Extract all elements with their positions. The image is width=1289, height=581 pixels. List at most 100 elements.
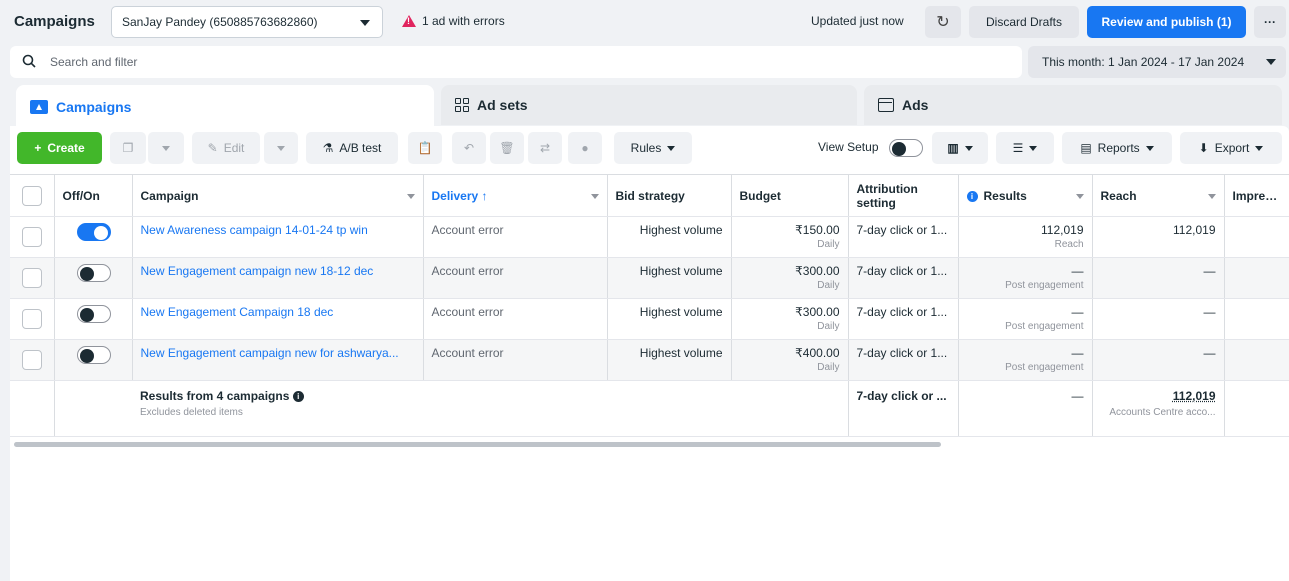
column-bid-strategy[interactable]: Bid strategy — [607, 174, 732, 217]
campaign-name-link[interactable]: New Engagement Campaign 18 dec — [132, 298, 424, 340]
refresh-button[interactable]: ↻ — [925, 6, 961, 38]
totals-cell — [423, 380, 607, 437]
undo-button[interactable]: ↶ — [452, 132, 486, 164]
ab-test-label: A/B test — [339, 141, 382, 155]
ab-test-button[interactable]: ⚗ A/B test — [306, 132, 398, 164]
column-reach[interactable]: Reach — [1092, 174, 1225, 217]
campaigns-table: Off/On Campaign Delivery ↑ Bid strategy … — [10, 174, 1289, 437]
totals-cell — [10, 380, 55, 437]
reach-value: — — [1092, 339, 1225, 381]
preview-icon: ⇄ — [539, 141, 551, 155]
ads-icon — [878, 98, 894, 112]
results-cell: — Post engagement — [958, 339, 1093, 381]
view-setup-toggle[interactable] — [889, 139, 923, 157]
column-delivery[interactable]: Delivery ↑ — [423, 174, 608, 217]
budget-cell[interactable]: ₹300.00 Daily — [731, 298, 849, 340]
campaign-toggle[interactable] — [76, 264, 111, 282]
export-button[interactable]: ⬇ Export — [1180, 132, 1282, 164]
column-campaign[interactable]: Campaign — [132, 174, 424, 217]
totals-reach-sub: Accounts Centre acco... — [1109, 407, 1216, 418]
info-icon[interactable]: i — [292, 391, 304, 403]
columns-button[interactable]: ▥ — [932, 132, 988, 164]
impressions-value — [1224, 216, 1289, 258]
edit-menu-button[interactable] — [264, 132, 298, 164]
rules-button[interactable]: Rules — [614, 132, 692, 164]
row-checkbox[interactable] — [22, 268, 42, 288]
budget-value: ₹300.00 — [795, 264, 840, 278]
search-input[interactable] — [50, 52, 950, 72]
row-checkbox[interactable] — [22, 227, 42, 247]
view-setup-label: View Setup — [818, 140, 879, 154]
review-publish-button[interactable]: Review and publish (1) — [1087, 6, 1246, 38]
download-icon: ⬇ — [1198, 141, 1209, 155]
column-label: Campaign — [140, 188, 199, 203]
table-row[interactable]: New Engagement campaign new 18-12 dec Acc… — [10, 257, 1289, 299]
campaign-name-link[interactable]: New Engagement campaign new 18-12 dec — [132, 257, 424, 299]
campaign-toggle[interactable] — [76, 223, 111, 241]
toggle-knob — [79, 267, 94, 281]
row-checkbox[interactable] — [22, 309, 42, 329]
edit-button[interactable]: ✎ Edit — [192, 132, 260, 164]
totals-label-cell: Results from 4 campaigns i Excludes dele… — [132, 380, 423, 437]
select-cell — [10, 339, 55, 381]
reports-button[interactable]: ▤ Reports — [1062, 132, 1172, 164]
error-text: 1 ad with errors — [422, 14, 505, 28]
row-checkbox[interactable] — [22, 350, 42, 370]
attribution-setting: 7-day click or 1... — [848, 339, 959, 381]
column-off-on[interactable]: Off/On — [54, 174, 133, 217]
preview-button[interactable]: ⇄ — [528, 132, 562, 164]
chevron-down-icon — [1029, 145, 1038, 151]
tag-button[interactable]: ● — [568, 132, 602, 164]
tab-campaigns[interactable]: Campaigns — [16, 85, 434, 129]
sort-icon — [590, 194, 599, 199]
column-budget[interactable]: Budget — [731, 174, 849, 217]
budget-cell[interactable]: ₹400.00 Daily — [731, 339, 849, 381]
results-type: Post engagement — [1005, 321, 1084, 332]
chevron-down-icon — [964, 145, 973, 151]
flask-icon: ⚗ — [322, 141, 334, 155]
more-options-button[interactable]: ··· — [1254, 6, 1286, 38]
warning-icon — [402, 15, 416, 27]
attribution-setting: 7-day click or 1... — [848, 298, 959, 340]
tab-label: Campaigns — [56, 99, 132, 115]
duplicate-button[interactable]: ❐ — [110, 132, 146, 164]
campaign-toggle[interactable] — [76, 305, 111, 323]
tab-ad-sets[interactable]: Ad sets — [441, 85, 857, 125]
account-selector[interactable]: SanJay Pandey (650885763682860) — [111, 6, 383, 38]
budget-period: Daily — [817, 280, 840, 291]
budget-cell[interactable]: ₹150.00 Daily — [731, 216, 849, 258]
column-impressions[interactable]: Impressi — [1224, 174, 1289, 217]
horizontal-scrollbar[interactable] — [14, 442, 941, 447]
date-range-label: This month: 1 Jan 2024 - 17 Jan 2024 — [1042, 55, 1245, 69]
clipboard-button[interactable]: 📋 — [408, 132, 442, 164]
results-cell: 112,019 Reach — [958, 216, 1093, 258]
create-button[interactable]: + Create — [17, 132, 102, 164]
column-results[interactable]: i Results — [958, 174, 1093, 217]
breakdown-button[interactable]: ☰ — [996, 132, 1054, 164]
budget-period: Daily — [817, 239, 840, 250]
toggle-knob — [93, 226, 108, 240]
date-range-picker[interactable]: This month: 1 Jan 2024 - 17 Jan 2024 — [1028, 46, 1286, 78]
totals-cell — [607, 380, 731, 437]
budget-value: ₹300.00 — [795, 305, 840, 319]
delete-button[interactable]: 🗑 — [490, 132, 524, 164]
pencil-icon: ✎ — [207, 141, 218, 155]
error-notice[interactable]: 1 ad with errors — [402, 14, 505, 28]
column-attribution[interactable]: Attribution setting — [848, 174, 959, 217]
select-cell — [10, 298, 55, 340]
duplicate-menu-button[interactable] — [148, 132, 184, 164]
reach-value: — — [1092, 257, 1225, 299]
budget-cell[interactable]: ₹300.00 Daily — [731, 257, 849, 299]
search-bar[interactable] — [10, 46, 1022, 78]
tab-ads[interactable]: Ads — [864, 85, 1282, 125]
campaign-name-link[interactable]: New Awareness campaign 14-01-24 tp win — [132, 216, 424, 258]
results-value: — — [1071, 264, 1084, 278]
edit-label: Edit — [223, 141, 245, 155]
select-all-checkbox[interactable] — [22, 185, 42, 206]
campaign-name-link[interactable]: New Engagement campaign new for ashwarya… — [132, 339, 424, 381]
table-row[interactable]: New Engagement campaign new for ashwarya… — [10, 339, 1289, 381]
campaign-toggle[interactable] — [76, 346, 111, 364]
table-row[interactable]: New Engagement Campaign 18 dec Account er… — [10, 298, 1289, 340]
table-row[interactable]: New Awareness campaign 14-01-24 tp win Ac… — [10, 216, 1289, 258]
discard-drafts-button[interactable]: Discard Drafts — [969, 6, 1079, 38]
